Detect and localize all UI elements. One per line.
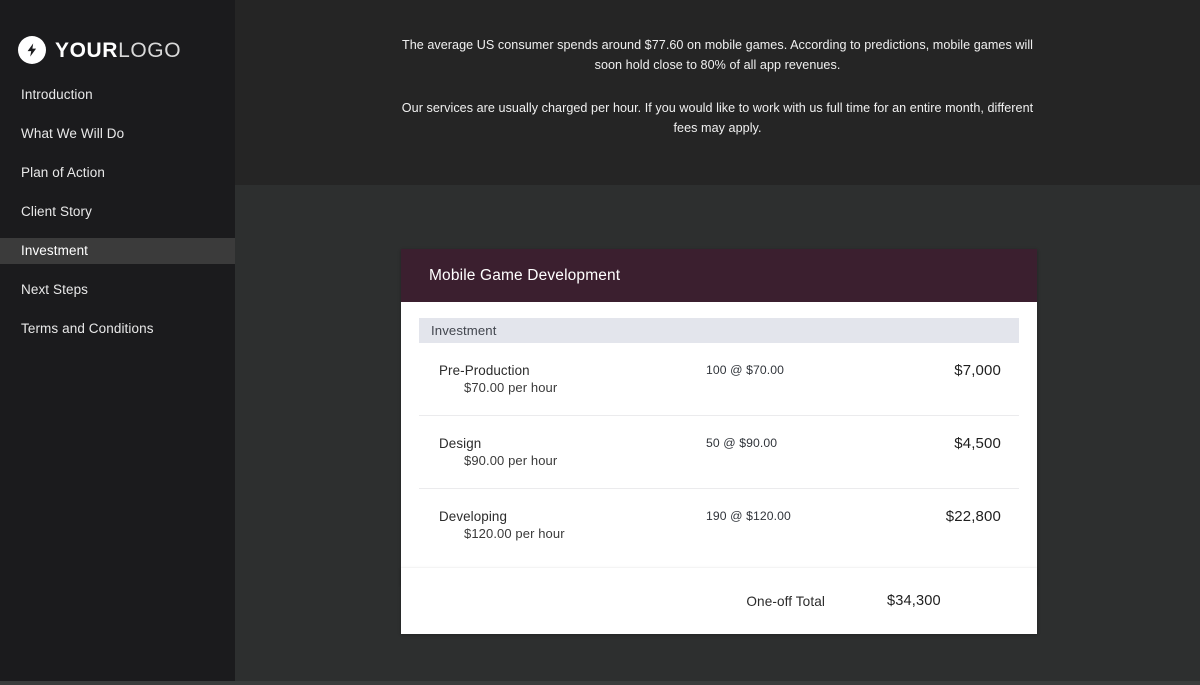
sidebar-item-investment[interactable]: Investment [0, 238, 235, 264]
intro-section: The average US consumer spends around $7… [235, 0, 1200, 185]
logo-text-bold: YOUR [55, 38, 119, 62]
intro-paragraph-2: Our services are usually charged per hou… [401, 100, 1034, 136]
line-item-name: Developing [439, 509, 507, 525]
line-item-description: Design $90.00 per hour [419, 435, 706, 470]
line-item-name: Design [439, 436, 482, 452]
pricing-section-label: Investment [431, 323, 497, 338]
line-item-name: Pre-Production [439, 363, 530, 378]
line-item-rate: $120.00 per hour [464, 526, 565, 542]
pricing-card-body: Investment Pre-Production $70.00 per hou… [401, 302, 1037, 585]
sidebar-item-next-steps[interactable]: Next Steps [0, 277, 235, 303]
sidebar-nav: Introduction What We Will Do Plan of Act… [0, 82, 235, 342]
investment-section: Mobile Game Development Investment Pre-P… [235, 185, 1200, 681]
pricing-card-title: Mobile Game Development [429, 266, 621, 284]
line-item-quantity: 190 @ $120.00 [706, 509, 791, 524]
logo[interactable]: YOURLOGO [0, 0, 235, 72]
proposal-page: YOURLOGO Introduction What We Will Do Pl… [0, 0, 1200, 685]
line-item-amount: $22,800 [945, 508, 1001, 526]
pricing-card: Mobile Game Development Investment Pre-P… [401, 249, 1037, 586]
sidebar: YOURLOGO Introduction What We Will Do Pl… [0, 0, 235, 681]
intro-paragraph-1: The average US consumer spends around $7… [401, 38, 1034, 73]
total-amount: $34,300 [887, 593, 941, 609]
line-item-amount: $4,500 [954, 435, 1001, 453]
line-item-amount: $7,000 [954, 362, 1001, 379]
sidebar-item-what-we-will-do[interactable]: What We Will Do [0, 121, 235, 147]
line-item-quantity: 100 @ $70.00 [706, 363, 784, 377]
table-row: Pre-Production $70.00 per hour 100 @ $70… [419, 343, 1019, 417]
line-item-rate: $90.00 per hour [464, 453, 558, 469]
logo-text-light: LOGO [118, 38, 182, 62]
sidebar-item-client-story[interactable]: Client Story [0, 199, 235, 225]
main-content: The average US consumer spends around $7… [235, 0, 1200, 685]
sidebar-item-plan-of-action[interactable]: Plan of Action [0, 160, 235, 186]
lightning-bolt-icon [18, 36, 46, 64]
logo-text: YOURLOGO [55, 40, 181, 61]
table-row: Design $90.00 per hour 50 @ $90.00 $4,50… [419, 416, 1019, 490]
table-row: Developing $120.00 per hour 190 @ $120.0… [419, 489, 1019, 577]
total-card: One-off Total $34,300 [401, 568, 1037, 634]
sidebar-item-introduction[interactable]: Introduction [0, 82, 235, 108]
line-item-list: Pre-Production $70.00 per hour 100 @ $70… [419, 343, 1019, 577]
bottom-strip [0, 681, 1200, 685]
line-item-quantity: 50 @ $90.00 [706, 436, 778, 451]
pricing-section-header: Investment [419, 318, 1019, 343]
sidebar-item-terms-and-conditions[interactable]: Terms and Conditions [0, 316, 235, 342]
pricing-card-header: Mobile Game Development [401, 249, 1037, 302]
line-item-rate: $70.00 per hour [464, 380, 558, 396]
line-item-description: Developing $120.00 per hour [419, 508, 706, 543]
line-item-description: Pre-Production $70.00 per hour [419, 362, 706, 397]
total-label: One-off Total [746, 593, 825, 609]
